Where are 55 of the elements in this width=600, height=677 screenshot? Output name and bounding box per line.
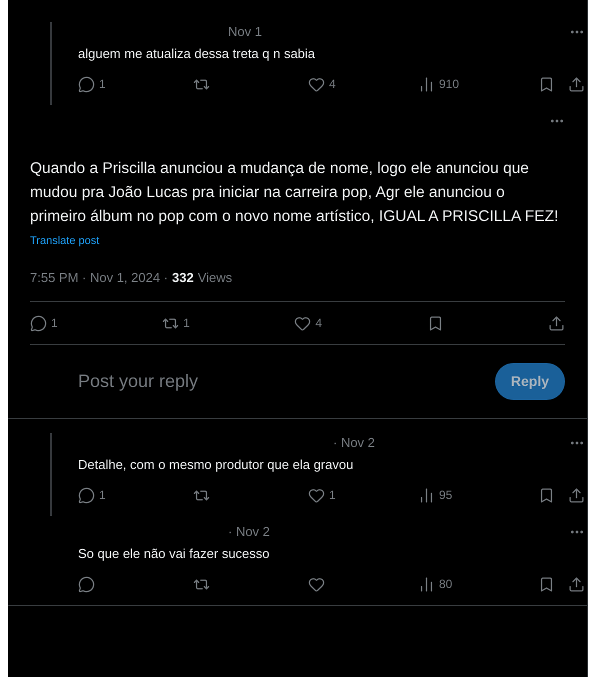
share-button[interactable] bbox=[568, 76, 585, 92]
views-icon bbox=[418, 76, 435, 92]
post-timestamp: 7:55 PM · Nov 1, 2024 · bbox=[30, 268, 168, 286]
repost-button[interactable]: 1 bbox=[162, 314, 190, 332]
views-count: 332 bbox=[172, 268, 194, 286]
translate-link[interactable]: Translate post bbox=[30, 233, 565, 250]
views-count: 910 bbox=[439, 76, 460, 93]
views-icon bbox=[418, 486, 435, 504]
like-icon bbox=[308, 486, 325, 504]
post-date: · Nov 2 bbox=[228, 523, 270, 541]
reply-icon bbox=[78, 76, 95, 92]
bookmark-icon bbox=[538, 486, 555, 504]
reply-icon bbox=[30, 314, 47, 332]
share-icon bbox=[568, 576, 585, 592]
like-count: 4 bbox=[315, 315, 322, 332]
reply-count: 1 bbox=[51, 315, 58, 332]
share-button[interactable] bbox=[568, 576, 585, 592]
share-icon bbox=[568, 486, 585, 504]
reply-icon bbox=[78, 576, 95, 592]
reply-text: alguem me atualiza dessa treta q n sabia bbox=[78, 44, 316, 63]
like-button[interactable]: 4 bbox=[294, 314, 322, 332]
repost-count: 1 bbox=[183, 315, 190, 332]
views-count: 80 bbox=[439, 576, 452, 593]
reply-button[interactable]: 1 bbox=[78, 486, 193, 504]
share-button[interactable] bbox=[548, 314, 565, 332]
like-button[interactable]: 1 bbox=[308, 486, 418, 504]
views-count: 95 bbox=[439, 487, 452, 504]
like-button[interactable]: 4 bbox=[308, 75, 418, 93]
views-button[interactable]: 80 bbox=[418, 575, 538, 593]
like-icon bbox=[308, 76, 325, 92]
views-label: Views bbox=[198, 268, 232, 286]
views-button[interactable]: 910 bbox=[418, 75, 538, 93]
bookmark-icon bbox=[538, 76, 555, 92]
like-count: 4 bbox=[329, 76, 336, 93]
post-date: Nov 1 bbox=[228, 23, 262, 41]
reply-text: Detalhe, com o mesmo produtor que ela gravou bbox=[78, 456, 354, 474]
reply-button[interactable]: 1 bbox=[30, 314, 58, 332]
share-icon bbox=[548, 314, 565, 332]
like-icon bbox=[308, 576, 325, 592]
reply-count: 1 bbox=[99, 76, 106, 93]
reply-input[interactable]: Post your reply bbox=[78, 368, 310, 395]
like-icon bbox=[294, 314, 312, 332]
reply-button[interactable]: Reply bbox=[494, 363, 565, 400]
reply-count: 1 bbox=[99, 487, 106, 504]
post-text: Quando a Priscilla anunciou a mudança de nome, logo ele anunciou que mudou pra João Lucas pra iniciar na carreira pop, Agr ele anunciou o primeiro álbum no pop com o novo nome artístico, IGUAL A PRISCILLA FEZ! bbox=[30, 159, 560, 227]
post-date: · Nov 2 bbox=[333, 434, 375, 452]
views-button[interactable]: 95 bbox=[418, 486, 538, 504]
bookmark-icon bbox=[538, 576, 555, 592]
views-icon bbox=[418, 576, 435, 592]
share-icon bbox=[568, 76, 585, 92]
reply-text: So que ele não vai fazer sucesso bbox=[78, 544, 271, 563]
reply-button[interactable]: 1 bbox=[78, 75, 193, 93]
share-button[interactable] bbox=[568, 486, 585, 504]
like-count: 1 bbox=[329, 487, 336, 504]
reply-icon bbox=[78, 486, 95, 504]
